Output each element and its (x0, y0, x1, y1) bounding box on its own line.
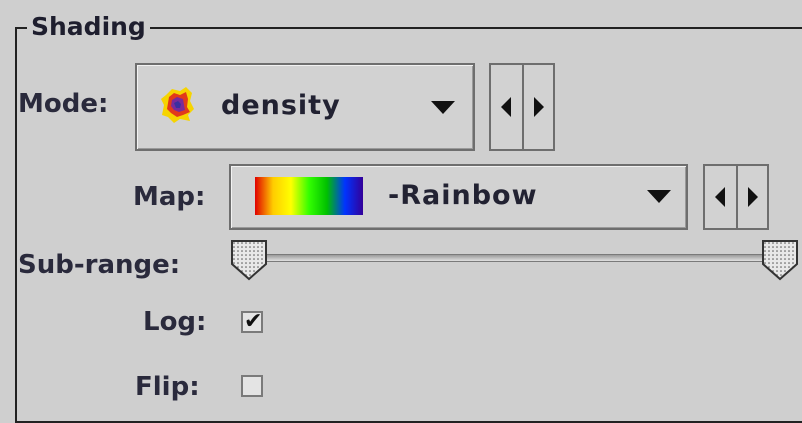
mode-previous-button[interactable] (491, 65, 524, 149)
map-value: -Rainbow (388, 180, 538, 211)
chevron-down-icon (431, 101, 455, 114)
log-checkbox[interactable]: ✔ (241, 309, 263, 334)
rainbow-colormap-swatch (255, 177, 363, 215)
flip-checkbox[interactable] (241, 375, 263, 397)
map-stepper[interactable] (703, 164, 769, 230)
map-combobox[interactable]: -Rainbow (229, 164, 688, 230)
sub-range-high-thumb[interactable] (760, 238, 800, 282)
map-next-button[interactable] (736, 166, 767, 228)
mode-combobox[interactable]: density (135, 63, 475, 151)
sub-range-slider-track[interactable] (244, 254, 792, 262)
mode-next-button[interactable] (522, 65, 553, 149)
sub-range-low-thumb[interactable] (229, 238, 269, 282)
log-label: Log: (143, 307, 207, 337)
arrow-left-icon (500, 97, 511, 117)
map-previous-button[interactable] (705, 166, 738, 228)
chevron-down-icon (647, 190, 671, 203)
arrow-left-icon (714, 187, 725, 207)
shading-panel: Shading Mode: density Map: -Rainbow Sub-… (0, 0, 802, 423)
mode-value: density (221, 90, 341, 121)
mode-label: Mode: (18, 89, 109, 119)
map-label: Map: (133, 182, 206, 212)
arrow-right-icon (747, 187, 758, 207)
sub-range-label: Sub-range: (18, 250, 181, 280)
mode-stepper[interactable] (489, 63, 555, 151)
shading-group-title: Shading (27, 10, 150, 44)
density-blob-icon (161, 87, 194, 123)
arrow-right-icon (533, 97, 544, 117)
checkmark-icon: ✔ (244, 309, 263, 334)
flip-label: Flip: (135, 372, 200, 402)
